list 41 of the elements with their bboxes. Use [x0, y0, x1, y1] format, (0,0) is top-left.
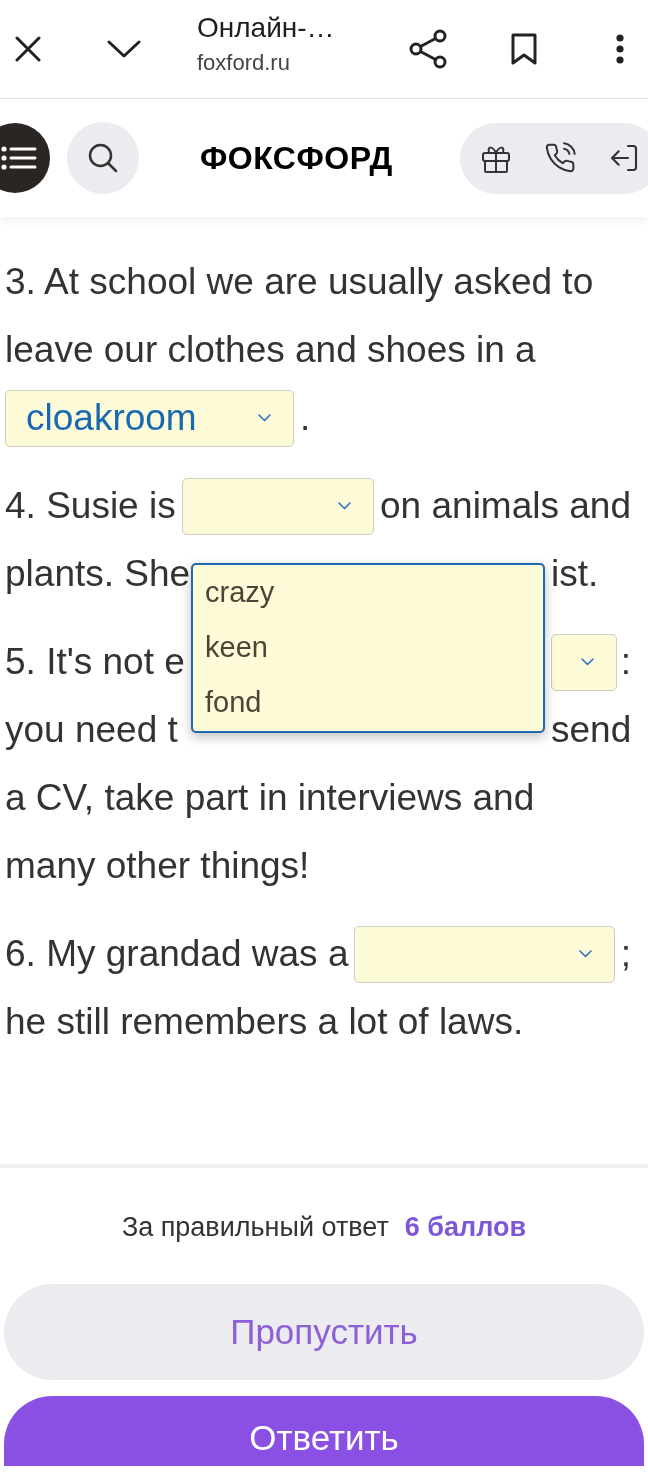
sentence-text: leave our clothes and shoes in a	[5, 328, 536, 372]
site-logo[interactable]: ФОКСФОРД	[200, 139, 393, 177]
arrow-door-icon[interactable]	[608, 142, 640, 174]
dropdown-option[interactable]: crazy	[193, 565, 543, 620]
more-icon[interactable]	[616, 34, 624, 64]
answer-dropdown[interactable]: cloakroom	[5, 389, 294, 447]
sentence-text: a CV, take part in interviews and	[5, 776, 535, 820]
page-title: Онлайн-…	[197, 11, 336, 45]
chevron-down-icon	[338, 502, 352, 510]
chevron-down-icon	[578, 950, 592, 958]
sentence-text: 3. At school we are usually asked to	[5, 260, 594, 304]
reward-points: 6 баллов	[404, 1210, 527, 1244]
sentence-text: many other things!	[5, 844, 310, 888]
sentence-text: ist.	[551, 552, 599, 596]
answer-button[interactable]: Ответить	[4, 1396, 644, 1466]
share-icon[interactable]	[408, 29, 448, 69]
chevron-down-icon[interactable]	[107, 40, 141, 58]
menu-button[interactable]	[0, 123, 50, 193]
sentence-text: 6. My grandad was a	[5, 932, 349, 976]
dropdown-option[interactable]: keen	[193, 620, 543, 675]
sentence-text: .	[300, 396, 311, 440]
dropdown-option[interactable]: fond	[193, 675, 543, 730]
sentence-text: 4. Susie is	[5, 484, 176, 528]
sentence-text: plants. She	[5, 552, 191, 596]
chevron-down-icon	[258, 414, 271, 422]
list-icon	[1, 146, 37, 170]
search-icon	[87, 142, 119, 174]
reward-label: За правильный ответ	[121, 1210, 389, 1244]
page-url: foxford.ru	[197, 49, 291, 77]
bookmark-icon[interactable]	[510, 32, 538, 66]
sentence-text: you need t	[5, 708, 178, 752]
phone-icon[interactable]	[544, 142, 576, 174]
sentence-text: ;	[620, 932, 631, 976]
chevron-down-icon	[580, 658, 594, 666]
sentence-text: :	[620, 640, 631, 684]
sentence-text: on animals and	[380, 484, 631, 528]
close-icon[interactable]	[15, 36, 41, 62]
sentence-text: 5. It's not e	[5, 640, 185, 684]
skip-button[interactable]: Пропустить	[4, 1284, 644, 1380]
sentence-text: he still remembers a lot of laws.	[5, 1000, 524, 1044]
sentence-text: send	[551, 708, 632, 752]
